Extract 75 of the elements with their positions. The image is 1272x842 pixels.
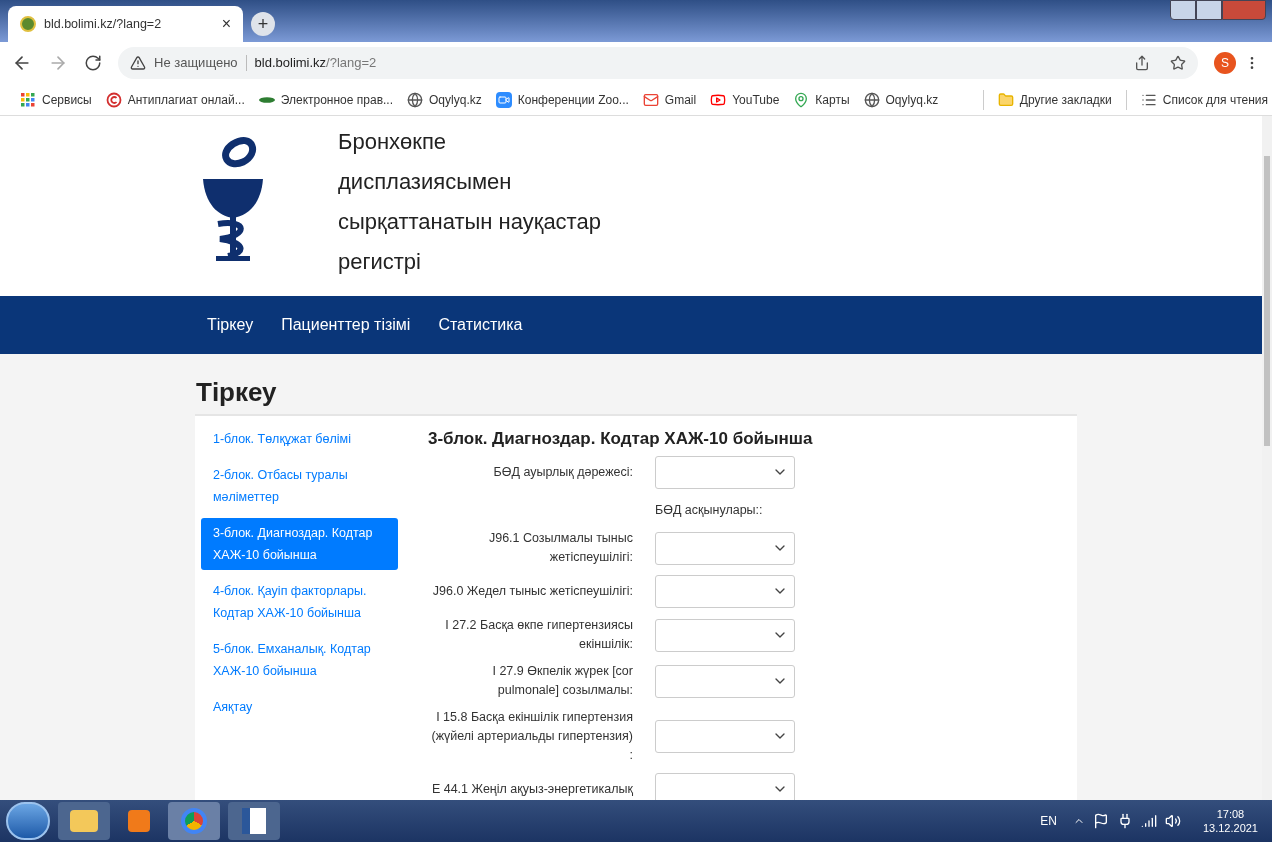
word-taskbar-icon[interactable]	[228, 802, 280, 840]
globe-icon	[863, 91, 880, 108]
site-favicon	[20, 16, 36, 32]
bookmark-item[interactable]: YouTube	[710, 90, 780, 109]
field-label: E 44.1 Жеңіл ақуыз-энергетикалық	[430, 781, 633, 798]
field-label: J96.1 Созылмалы тыныс жетіспеушілігі:	[487, 530, 633, 566]
field-label: I 15.8 Басқа екіншілік гипертензия (жүйелі артериальды гипертензия) :	[430, 709, 633, 764]
security-label: Не защищено	[154, 54, 238, 73]
sidebar-item[interactable]: 5-блок. Емханалық. Кодтар ХАЖ-10 бойынша	[201, 634, 398, 686]
field-label: I 27.2 Басқа өкпе гипертензиясы екіншілік:	[444, 617, 633, 653]
apps-grid-icon	[20, 91, 36, 108]
reload-icon[interactable]	[84, 54, 102, 72]
bookmark-item[interactable]: Антиплагиат онлай...	[105, 90, 245, 109]
map-pin-icon	[793, 91, 810, 108]
clock-date[interactable]: 13.12.2021	[1202, 821, 1258, 835]
select-field[interactable]	[655, 456, 795, 489]
site-title-line: сырқаттанатын науқастар	[338, 208, 601, 236]
browser-tab[interactable]: bld.bolimi.kz/?lang=2 ×	[8, 6, 243, 42]
address-bar[interactable]: Не защищено bld.bolimi.kz/?lang=2	[118, 47, 1198, 79]
start-button[interactable]	[6, 802, 50, 840]
star-icon[interactable]	[1170, 55, 1186, 71]
flag-icon[interactable]	[1092, 813, 1109, 829]
globe-icon	[407, 91, 424, 108]
sidebar-item[interactable]: 4-блок. Қауіп факторлары. Кодтар ХАЖ-10 бойынша	[201, 576, 398, 628]
profile-avatar[interactable]: S	[1214, 52, 1236, 74]
bookmark-item[interactable]: Oqylyq.kz	[863, 90, 939, 109]
speaker-icon[interactable]	[1164, 813, 1181, 829]
bookmark-item[interactable]: Oqylyq.kz	[407, 90, 482, 109]
tab-title: bld.bolimi.kz/?lang=2	[44, 15, 163, 33]
camera-icon	[495, 91, 512, 108]
sidebar-item[interactable]: Аяқтау	[201, 692, 398, 722]
other-bookmarks[interactable]: Другие закладки	[997, 90, 1112, 109]
field-label: J96.0 Жедел тыныс жетіспеушілігі:	[431, 583, 633, 600]
subheading: БӨД асқынулары::	[655, 503, 763, 517]
bookmark-item[interactable]: Конференции Zoo...	[495, 90, 629, 109]
url-text: bld.bolimi.kz/?lang=2	[254, 54, 377, 73]
nav-link[interactable]: Статистика	[438, 313, 523, 337]
field-label: БӨД ауырлық дәрежесі:	[492, 464, 633, 481]
maximize-button[interactable]	[1196, 0, 1222, 20]
site-title-line: регистрі	[338, 248, 422, 276]
bookmark-item[interactable]: Электронное прав...	[258, 90, 394, 109]
new-tab-button[interactable]: +	[251, 12, 275, 36]
share-icon[interactable]	[1134, 55, 1150, 71]
page-heading: Тіркеу	[196, 376, 278, 408]
select-field[interactable]	[655, 575, 795, 608]
minimize-button[interactable]	[1170, 0, 1196, 20]
section-heading: 3-блок. Диагноздар. Кодтар ХАЖ-10 бойынша	[428, 428, 813, 450]
warning-icon	[130, 55, 146, 71]
clock-time[interactable]: 17:08	[1216, 807, 1245, 821]
mail-icon	[642, 91, 659, 108]
copyright-icon	[105, 91, 122, 108]
leaf-icon	[258, 96, 275, 103]
bookmark-item[interactable]: Сервисы	[20, 90, 92, 109]
sidebar-item[interactable]: 2-блок. Отбасы туралы мәліметтер	[201, 460, 398, 512]
folder-taskbar-icon[interactable]	[58, 802, 110, 840]
select-field[interactable]	[655, 664, 795, 698]
nav-link[interactable]: Тіркеу	[207, 313, 254, 337]
sidebar-item[interactable]: 3-блок. Диагноздар. Кодтар ХАЖ-10 бойынша	[201, 518, 398, 570]
bookmark-item[interactable]: Карты	[793, 90, 850, 109]
sidebar-item[interactable]: 1-блок. Төлқұжат бөлімі	[201, 424, 398, 454]
bookmark-item[interactable]: Gmail	[642, 90, 697, 109]
signal-icon[interactable]	[1140, 813, 1157, 829]
nav-link[interactable]: Пациенттер тізімі	[281, 313, 411, 337]
site-title-line: Бронхөкпе	[338, 128, 448, 156]
browser-taskbar-icon[interactable]	[168, 802, 220, 840]
field-label: I 27.9 Өкпелік жүрек [cor pulmonale] созылмалы:	[491, 663, 633, 699]
folder-icon	[997, 91, 1014, 108]
reading-list[interactable]: Список для чтения	[1140, 90, 1268, 109]
site-title-line: дисплазиясымен	[338, 168, 513, 196]
language-indicator[interactable]: EN	[1040, 812, 1057, 830]
select-field[interactable]	[655, 531, 795, 565]
scrollbar[interactable]	[1262, 116, 1272, 800]
select-field[interactable]	[655, 618, 795, 652]
close-tab-button[interactable]: ×	[221, 12, 231, 36]
select-field[interactable]	[655, 720, 795, 753]
